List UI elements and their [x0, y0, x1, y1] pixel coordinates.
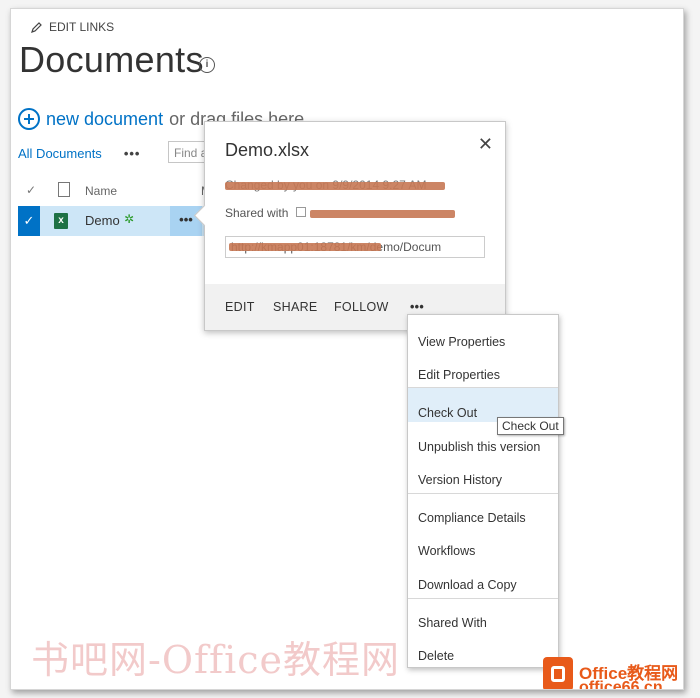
menu-item-workflows[interactable]: Workflows	[418, 544, 475, 558]
menu-divider	[408, 493, 558, 494]
info-icon[interactable]: i	[199, 57, 215, 73]
share-button[interactable]: SHARE	[273, 300, 318, 314]
menu-item-check-out[interactable]: Check Out	[418, 406, 477, 420]
row-body[interactable]: x Demo ✲ •••	[40, 206, 218, 236]
plus-circle-icon[interactable]	[18, 108, 40, 130]
edit-links[interactable]: EDIT LINKS	[31, 20, 114, 34]
callout-title: Demo.xlsx	[225, 140, 310, 160]
menu-item-download-copy[interactable]: Download a Copy	[418, 578, 517, 592]
view-all-documents[interactable]: All Documents	[18, 146, 102, 161]
menu-item-version-history[interactable]: Version History	[418, 473, 502, 487]
menu-item-delete[interactable]: Delete	[418, 649, 454, 663]
redaction-mark	[229, 243, 381, 251]
close-icon[interactable]: ✕	[478, 134, 493, 155]
menu-item-unpublish[interactable]: Unpublish this version	[418, 440, 540, 454]
excel-icon: x	[54, 213, 68, 229]
watermark-logo: Office教程网 office66.cn	[543, 649, 683, 690]
menu-item-compliance-details[interactable]: Compliance Details	[418, 511, 526, 525]
user-presence-icon	[295, 207, 306, 217]
pencil-icon	[31, 22, 42, 33]
redaction-mark	[310, 210, 455, 218]
file-type-header-icon	[58, 182, 70, 197]
more-actions-ellipsis-icon[interactable]: •••	[410, 300, 424, 314]
row-checkbox-icon[interactable]: ✓	[18, 206, 40, 236]
table-row[interactable]: ✓ x Demo ✲ •••	[18, 206, 218, 236]
column-header-name[interactable]: Name	[85, 184, 117, 198]
document-name-link[interactable]: Demo	[85, 213, 120, 228]
logo-line-2: office66.cn	[579, 679, 663, 690]
edit-button[interactable]: EDIT	[225, 300, 255, 314]
shared-with-row: Shared with	[225, 206, 306, 220]
edit-links-label: EDIT LINKS	[49, 20, 115, 34]
view-more-ellipsis-icon[interactable]: •••	[124, 146, 141, 161]
tooltip: Check Out	[497, 417, 564, 435]
menu-item-edit-properties[interactable]: Edit Properties	[418, 368, 500, 382]
follow-button[interactable]: FOLLOW	[334, 300, 389, 314]
new-document-link[interactable]: new document	[46, 109, 163, 130]
menu-item-view-properties[interactable]: View Properties	[418, 335, 505, 349]
list-header: ✓ Name M	[18, 181, 218, 203]
page-title: Documents	[19, 39, 204, 80]
menu-item-shared-with[interactable]: Shared With	[418, 616, 487, 630]
new-item-icon: ✲	[124, 212, 135, 226]
menu-divider	[408, 387, 558, 388]
document-callout: Demo.xlsx ✕ Changed by you on 9/9/2014 9…	[193, 121, 506, 331]
menu-divider	[408, 598, 558, 599]
page-frame: EDIT LINKS Documents i new document or d…	[10, 8, 684, 690]
select-all-check-icon[interactable]: ✓	[26, 183, 36, 197]
redaction-mark	[225, 182, 445, 190]
office-logo-icon	[543, 657, 573, 689]
shared-with-label: Shared with	[225, 206, 289, 220]
view-bar: All Documents •••	[18, 146, 140, 161]
watermark-text: 书吧网-Office教程网	[31, 638, 401, 682]
context-menu: View Properties Edit Properties Check Ou…	[407, 314, 559, 668]
